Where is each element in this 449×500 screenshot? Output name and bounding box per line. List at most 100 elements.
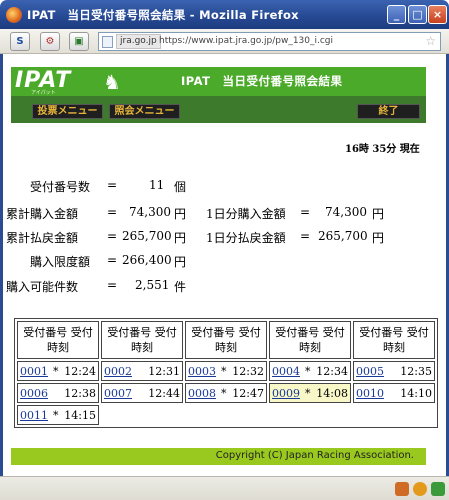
ticket-table: 受付番号 受付時刻 受付番号 受付時刻 受付番号 受付時刻 受付番号 受付時刻 …: [14, 318, 438, 428]
addon-icon[interactable]: ⚙: [40, 32, 60, 51]
bookmark-star-icon[interactable]: ☆: [425, 34, 436, 48]
address-bar[interactable]: jra.go.jp https://www.ipat.jra.go.jp/pw_…: [98, 32, 441, 51]
ipat-header: IPAT ♞ アイパット IPAT 当日受付番号照会結果: [11, 67, 426, 96]
ticket-cell: 0010 14:10: [353, 383, 435, 403]
ticket-number-link[interactable]: 0011: [20, 409, 48, 422]
ticket-number-link[interactable]: 0004: [272, 365, 300, 378]
summary-value-daily: 74,300: [325, 205, 367, 219]
ticket-cell: 0003 * 12:32: [185, 361, 267, 381]
summary-equals: =: [107, 229, 118, 243]
current-time: 16時 35分 現在: [345, 144, 420, 155]
summary-value: 266,400: [122, 253, 172, 267]
ticket-number-link[interactable]: 0009: [272, 387, 300, 400]
column-header: 受付番号 受付時刻: [185, 321, 267, 359]
site-identity-button[interactable]: jra.go.jp: [116, 34, 161, 49]
summary-unit: 円: [174, 255, 187, 269]
table-row: 0006 12:38 0007 12:44 0008 * 12:47 0009 …: [17, 383, 435, 403]
summary-unit-daily: 円: [372, 231, 385, 245]
inquiry-menu-button[interactable]: 照会メニュー: [109, 104, 180, 119]
ticket-number-link[interactable]: 0001: [20, 365, 48, 378]
ticket-number-link[interactable]: 0010: [356, 387, 384, 400]
summary-value: 11: [149, 178, 165, 192]
summary-unit: 件: [174, 280, 187, 294]
ticket-number-link[interactable]: 0003: [188, 365, 216, 378]
ticket-number-link[interactable]: 0008: [188, 387, 216, 400]
ticket-cell: 0004 * 12:34: [269, 361, 351, 381]
security-status-icon[interactable]: [431, 482, 445, 496]
ticket-mark: *: [305, 365, 311, 378]
ticket-time: 12:32: [232, 365, 264, 378]
ipat-logo-subtitle: アイパット: [31, 90, 56, 96]
ticket-mark: *: [53, 365, 59, 378]
column-header: 受付番号 受付時刻: [17, 321, 99, 359]
ticket-number-link[interactable]: 0005: [356, 365, 384, 378]
ticket-time: 12:38: [64, 387, 96, 400]
ticket-time: 12:31: [148, 365, 180, 378]
exit-button[interactable]: 終了: [357, 104, 420, 119]
summary-value: 2,551: [135, 278, 170, 292]
navigation-toolbar: S ⚙ ▣ jra.go.jp https://www.ipat.jra.go.…: [0, 29, 449, 54]
table-row: 0011 * 14:15: [17, 405, 435, 425]
window-title: IPAT 当日受付番号照会結果 - Mozilla Firefox: [27, 8, 299, 22]
ticket-cell-highlighted: 0009 * 14:08: [269, 383, 351, 403]
firefox-status-icon[interactable]: [413, 482, 427, 496]
ticket-mark: *: [53, 409, 59, 422]
column-header: 受付番号 受付時刻: [101, 321, 183, 359]
summary-label: 累計払戻金額: [6, 231, 79, 245]
screenshot-addon-icon[interactable]: ▣: [69, 32, 89, 51]
table-row: 0001 * 12:24 0002 12:31 0003 * 12:32 000…: [17, 361, 435, 381]
ticket-cell: 0005 12:35: [353, 361, 435, 381]
status-bar: [0, 476, 449, 500]
ticket-time: 12:35: [400, 365, 432, 378]
ticket-cell: 0007 12:44: [101, 383, 183, 403]
summary-equals: =: [107, 253, 118, 267]
ticket-number-link[interactable]: 0002: [104, 365, 132, 378]
url-text[interactable]: https://www.ipat.jra.go.jp/pw_130_i.cgi: [159, 36, 333, 46]
summary-unit: 円: [174, 207, 187, 221]
summary-unit: 円: [174, 231, 187, 245]
menu-bar: 投票メニュー 照会メニュー 終了: [11, 96, 426, 123]
copyright-footer: Copyright (C) Japan Racing Association.: [11, 448, 426, 465]
ticket-time: 14:08: [316, 387, 348, 400]
maximize-button[interactable]: □: [408, 5, 427, 24]
table-header-row: 受付番号 受付時刻 受付番号 受付時刻 受付番号 受付時刻 受付番号 受付時刻 …: [17, 321, 435, 359]
summary-equals: =: [107, 205, 118, 219]
ticket-cell: 0008 * 12:47: [185, 383, 267, 403]
summary-label: 受付番号数: [30, 180, 91, 194]
page-title: IPAT 当日受付番号照会結果: [181, 74, 343, 88]
page-content: IPAT ♞ アイパット IPAT 当日受付番号照会結果 投票メニュー 照会メニ…: [3, 55, 446, 475]
close-button[interactable]: ×: [428, 5, 447, 24]
summary-value: 265,700: [122, 229, 172, 243]
ticket-cell: 0011 * 14:15: [17, 405, 99, 425]
ticket-time: 14:10: [400, 387, 432, 400]
ticket-mark: *: [221, 365, 227, 378]
skype-addon-icon[interactable]: S: [10, 32, 30, 51]
ticket-time: 12:34: [316, 365, 348, 378]
summary-equals: =: [107, 278, 118, 292]
ticket-number-link[interactable]: 0007: [104, 387, 132, 400]
minimize-button[interactable]: _: [387, 5, 406, 24]
horse-logo-icon: ♞: [103, 70, 121, 94]
ticket-time: 12:47: [232, 387, 264, 400]
window-titlebar: IPAT 当日受付番号照会結果 - Mozilla Firefox _ □ ×: [0, 0, 449, 29]
summary-label: 購入可能件数: [6, 280, 79, 294]
column-header: 受付番号 受付時刻: [353, 321, 435, 359]
summary-unit-daily: 円: [372, 207, 385, 221]
ticket-cell: 0002 12:31: [101, 361, 183, 381]
summary-value: 74,300: [129, 205, 171, 219]
ticket-number-link[interactable]: 0006: [20, 387, 48, 400]
summary-label: 購入限度額: [30, 255, 91, 269]
ticket-time: 14:15: [64, 409, 96, 422]
ticket-mark: *: [305, 387, 311, 400]
summary-label: 累計購入金額: [6, 207, 79, 221]
summary-equals-daily: =: [300, 229, 311, 243]
ticket-cell: 0006 12:38: [17, 383, 99, 403]
ticket-cell: 0001 * 12:24: [17, 361, 99, 381]
addon-status-icon[interactable]: [395, 482, 409, 496]
summary-label-daily: 1日分払戻金額: [206, 231, 286, 245]
summary-value-daily: 265,700: [318, 229, 368, 243]
ticket-mark: *: [221, 387, 227, 400]
bet-menu-button[interactable]: 投票メニュー: [32, 104, 103, 119]
ticket-time: 12:44: [148, 387, 180, 400]
summary-label-daily: 1日分購入金額: [206, 207, 286, 221]
